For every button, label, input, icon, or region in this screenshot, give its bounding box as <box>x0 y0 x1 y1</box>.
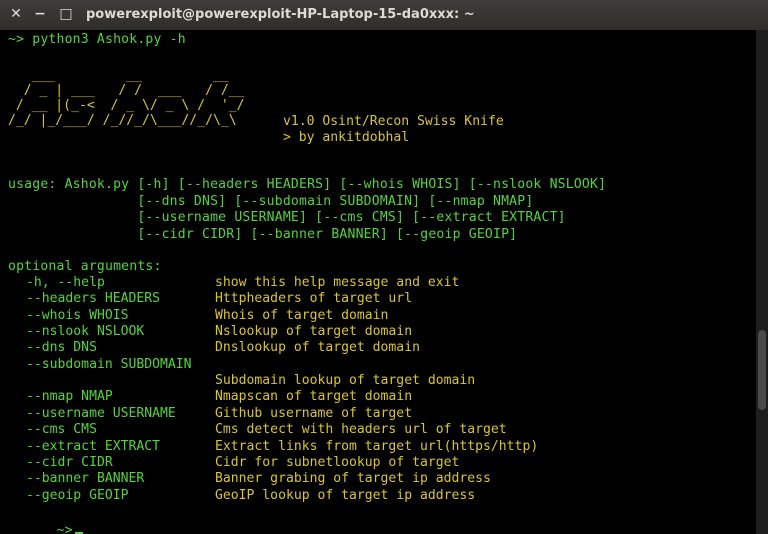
option-flag: --dns DNS <box>26 340 97 355</box>
title-bar[interactable]: ✕ − □ powerexploit@powerexploit-HP-Lapto… <box>0 0 768 30</box>
option-flag: --whois WHOIS <box>26 308 129 323</box>
option-description: Nmapscan of target domain <box>215 389 413 404</box>
minimize-icon[interactable]: − <box>32 6 48 22</box>
option-description: Github username of target <box>215 406 413 421</box>
option-flag: --username USERNAME <box>26 406 176 421</box>
terminal-window: ✕ − □ powerexploit@powerexploit-HP-Lapto… <box>0 0 768 534</box>
optional-header: optional arguments: <box>8 259 162 274</box>
scrollbar[interactable] <box>756 30 768 534</box>
usage-line-2: [--dns DNS] [--subdomain SUBDOMAIN] [--n… <box>8 194 534 209</box>
option-flag: --nslook NSLOOK <box>26 324 145 339</box>
option-description: GeoIP lookup of target ip address <box>215 488 476 503</box>
option-description: Subdomain lookup of target domain <box>215 373 476 388</box>
option-description: Cidr for subnetlookup of target <box>215 455 460 470</box>
option-description: Cms detect with headers url of target <box>215 422 507 437</box>
option-description: Whois of target domain <box>215 308 389 323</box>
option-flag: --cms CMS <box>26 422 97 437</box>
terminal-output[interactable]: ~> python3 Ashok.py -h ___ __ __ / _ | _… <box>0 30 756 534</box>
close-icon[interactable]: ✕ <box>8 6 24 22</box>
usage-line-3: [--username USERNAME] [--cms CMS] [--ext… <box>8 210 566 225</box>
prompt: ~> <box>56 523 73 534</box>
usage-line-4: [--cidr CIDR] [--banner BANNER] [--geoip… <box>8 227 518 242</box>
option-flag: --extract EXTRACT <box>26 439 161 454</box>
window-title: powerexploit@powerexploit-HP-Laptop-15-d… <box>86 7 475 22</box>
option-description: show this help message and exit <box>215 275 460 290</box>
command-line: ~> python3 Ashok.py -h <box>8 32 186 47</box>
option-flag: --banner BANNER <box>26 471 145 486</box>
option-flag: --geoip GEOIP <box>26 488 129 503</box>
ascii-banner: ___ __ __ / _ | ___ / / ___ / /__ / __ |… <box>8 68 245 128</box>
option-flag: -h, --help <box>26 275 105 290</box>
usage-line-1: usage: Ashok.py [-h] [--headers HEADERS]… <box>8 177 607 192</box>
option-flag: --subdomain SUBDOMAIN <box>26 357 192 372</box>
option-description: Httpheaders of target url <box>215 291 413 306</box>
option-flag: --headers HEADERS <box>26 291 161 306</box>
prompt-line: ~> <box>8 507 83 534</box>
option-description: Nslookup of target domain <box>215 324 413 339</box>
scrollbar-thumb[interactable] <box>758 330 766 410</box>
option-flag: --nmap NMAP <box>26 389 113 404</box>
version-line: v1.0 Osint/Recon Swiss Knife <box>283 114 504 129</box>
author-line: > by ankitdobhal <box>283 130 410 145</box>
option-description: Dnslookup of target domain <box>215 340 420 355</box>
option-description: Extract links from target url(https/http… <box>215 439 539 454</box>
option-flag: --cidr CIDR <box>26 455 113 470</box>
option-description: Banner grabing of target ip address <box>215 471 491 486</box>
maximize-icon[interactable]: □ <box>58 6 74 22</box>
